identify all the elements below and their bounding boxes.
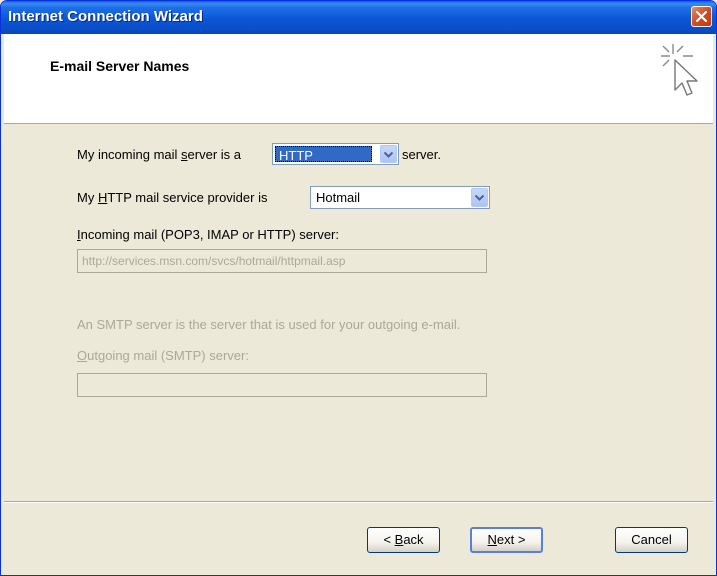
incoming-type-value: HTTP bbox=[275, 146, 372, 163]
window-title: Internet Connection Wizard bbox=[8, 8, 203, 25]
dropdown-arrow-icon bbox=[384, 152, 393, 158]
dropdown-arrow-icon bbox=[475, 195, 484, 201]
incoming-type-select[interactable]: HTTP bbox=[272, 143, 399, 165]
incoming-type-dropdown-button[interactable] bbox=[380, 145, 397, 163]
provider-dropdown-button[interactable] bbox=[471, 188, 488, 207]
next-button[interactable]: Next > bbox=[470, 527, 543, 553]
close-button[interactable] bbox=[691, 6, 712, 27]
wizard-header: E-mail Server Names bbox=[4, 34, 713, 124]
close-icon bbox=[696, 11, 707, 22]
wizard-window: Internet Connection Wizard E-mail Server… bbox=[0, 0, 717, 576]
cancel-button[interactable]: Cancel bbox=[615, 527, 688, 553]
smtp-note: An SMTP server is the server that is use… bbox=[77, 317, 461, 332]
back-button[interactable]: < Back bbox=[367, 527, 440, 553]
provider-label: My HTTP mail service provider is bbox=[77, 190, 268, 205]
outgoing-server-input[interactable] bbox=[77, 373, 487, 397]
outgoing-server-label: Outgoing mail (SMTP) server: bbox=[77, 348, 249, 363]
incoming-server-label: Incoming mail (POP3, IMAP or HTTP) serve… bbox=[77, 227, 339, 242]
title-bar[interactable]: Internet Connection Wizard bbox=[1, 1, 716, 34]
provider-select[interactable]: Hotmail bbox=[310, 186, 490, 209]
incoming-type-suffix: server. bbox=[402, 147, 442, 162]
footer-divider bbox=[4, 501, 713, 503]
wizard-cursor-icon bbox=[661, 44, 698, 96]
wizard-body: My incoming mail server is a HTTP server… bbox=[4, 124, 713, 500]
page-title: E-mail Server Names bbox=[50, 58, 190, 74]
incoming-type-label: My incoming mail server is a bbox=[77, 147, 241, 162]
provider-value: Hotmail bbox=[316, 190, 361, 205]
incoming-server-input[interactable]: http://services.msn.com/svcs/hotmail/htt… bbox=[77, 249, 487, 273]
